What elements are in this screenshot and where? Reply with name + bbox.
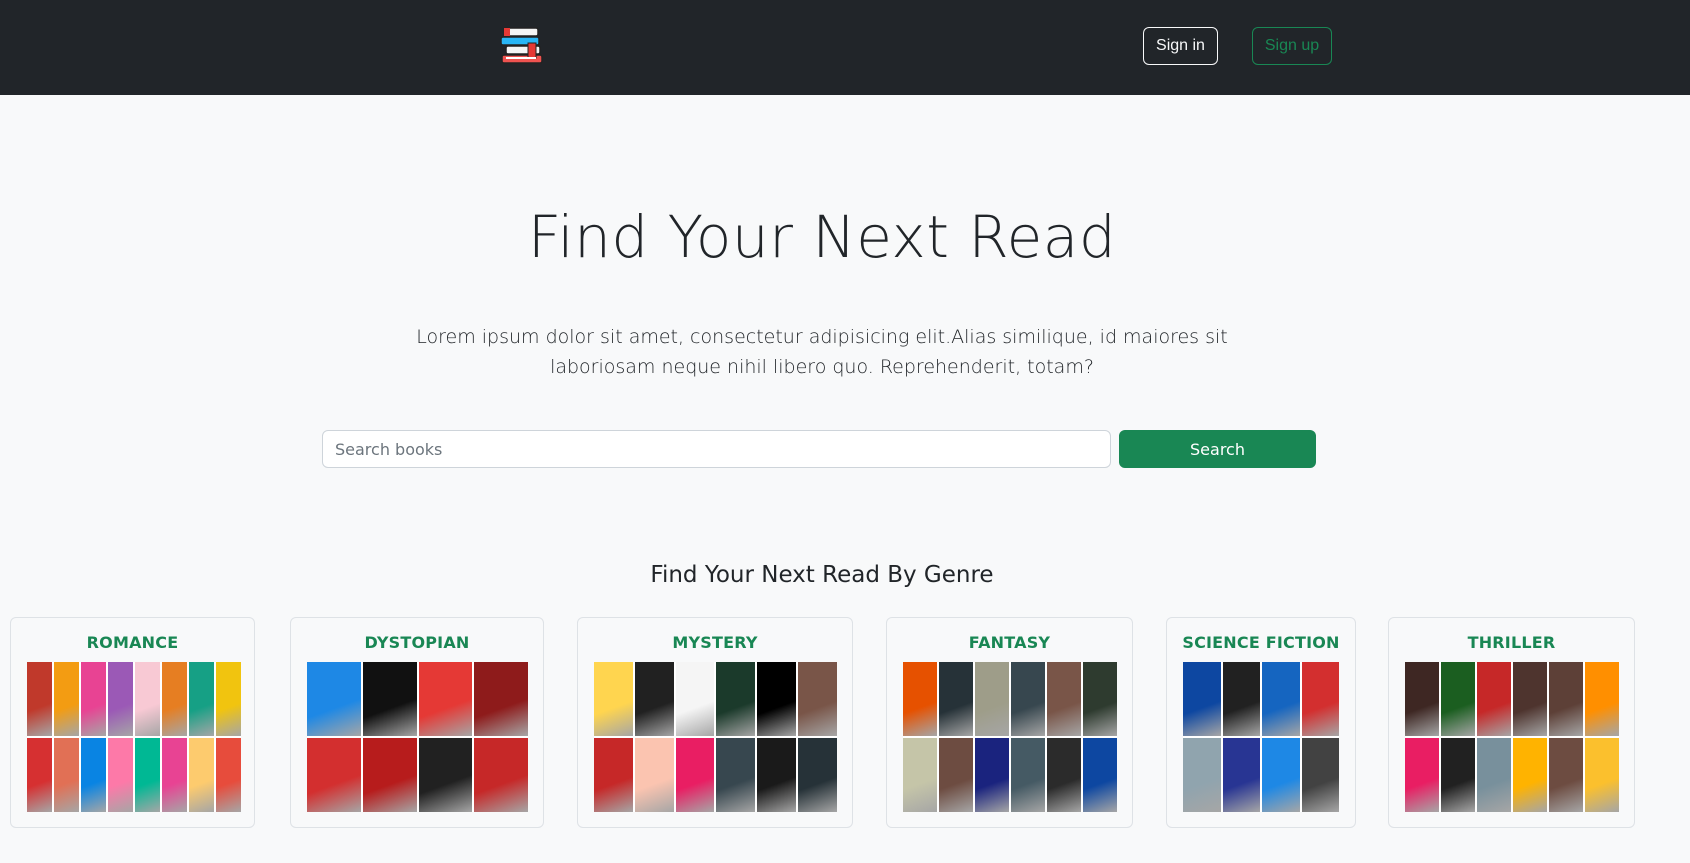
book-cover-thumbnail: [135, 662, 160, 736]
book-cover-thumbnail: [1405, 738, 1439, 812]
book-cover-thumbnail: [1585, 662, 1619, 736]
book-cover-thumbnail: [27, 738, 52, 812]
genre-card-dystopian[interactable]: DYSTOPIAN: [290, 617, 544, 828]
book-cover-thumbnail: [307, 662, 361, 736]
book-cover-thumbnail: [716, 662, 756, 736]
book-cover-thumbnail: [1477, 662, 1511, 736]
hero-lead-text: Lorem ipsum dolor sit amet, consectetur …: [416, 326, 1228, 378]
book-cover-thumbnail: [1301, 738, 1339, 812]
book-cover-thumbnail: [675, 738, 715, 812]
books-stack-icon[interactable]: [498, 25, 548, 67]
genre-card-romance[interactable]: ROMANCE: [10, 617, 255, 828]
book-cover-thumbnail: [1047, 738, 1081, 812]
book-cover-thumbnail: [798, 738, 837, 812]
book-cover-thumbnail: [108, 662, 133, 736]
book-cover-thumbnail: [1011, 738, 1045, 812]
book-cover-thumbnail: [216, 662, 241, 736]
book-cover-thumbnail: [474, 738, 528, 812]
book-cover-thumbnail: [716, 738, 756, 812]
search-button[interactable]: Search: [1119, 430, 1316, 468]
book-cover-thumbnail: [1513, 662, 1547, 736]
genre-card-title: DYSTOPIAN: [364, 633, 470, 652]
book-cover-thumbnail: [634, 662, 674, 736]
book-cover-thumbnail: [1083, 662, 1117, 736]
book-cover-thumbnail: [675, 662, 715, 736]
book-cover-thumbnail: [798, 662, 837, 736]
genre-cover-collage: [307, 662, 528, 812]
book-cover-thumbnail: [1477, 738, 1511, 812]
book-cover-thumbnail: [54, 662, 79, 736]
book-cover-thumbnail: [307, 738, 361, 812]
book-cover-thumbnail: [939, 662, 973, 736]
book-cover-thumbnail: [1183, 662, 1221, 736]
book-cover-thumbnail: [1011, 662, 1045, 736]
book-cover-thumbnail: [418, 662, 473, 736]
book-cover-thumbnail: [1183, 738, 1221, 812]
book-cover-thumbnail: [1222, 662, 1260, 736]
book-cover-thumbnail: [189, 662, 214, 736]
book-cover-thumbnail: [757, 738, 797, 812]
book-cover-thumbnail: [135, 738, 160, 812]
search-input[interactable]: [322, 430, 1111, 468]
book-cover-thumbnail: [1549, 662, 1583, 736]
book-cover-thumbnail: [108, 738, 133, 812]
book-cover-thumbnail: [594, 738, 633, 812]
genre-cover-collage: [27, 662, 241, 812]
book-cover-thumbnail: [1047, 662, 1081, 736]
book-cover-thumbnail: [975, 662, 1009, 736]
book-cover-thumbnail: [362, 738, 417, 812]
book-cover-thumbnail: [362, 662, 417, 736]
book-cover-thumbnail: [189, 738, 214, 812]
hero-title: Find Your Next Read: [527, 203, 1117, 271]
genre-card-title: ROMANCE: [86, 633, 179, 652]
book-cover-thumbnail: [162, 738, 187, 812]
genre-card-mystery[interactable]: MYSTERY: [577, 617, 853, 828]
book-cover-thumbnail: [216, 738, 241, 812]
book-cover-thumbnail: [1549, 738, 1583, 812]
book-cover-thumbnail: [1262, 738, 1300, 812]
book-cover-thumbnail: [1441, 738, 1475, 812]
book-cover-thumbnail: [903, 662, 937, 736]
book-cover-thumbnail: [1405, 662, 1439, 736]
book-cover-thumbnail: [1585, 738, 1619, 812]
genre-section-heading: Find Your Next Read By Genre: [650, 562, 994, 588]
sign-up-button[interactable]: Sign up: [1252, 27, 1332, 65]
genre-cover-collage: [1405, 662, 1619, 812]
book-cover-thumbnail: [634, 738, 674, 812]
genre-cover-collage: [594, 662, 837, 812]
book-cover-thumbnail: [1083, 738, 1117, 812]
genre-card-thriller[interactable]: THRILLER: [1388, 617, 1635, 828]
genre-card-science-fiction[interactable]: SCIENCE FICTION: [1166, 617, 1356, 828]
book-cover-thumbnail: [903, 738, 937, 812]
book-cover-thumbnail: [474, 662, 528, 736]
genre-card-title: THRILLER: [1467, 633, 1556, 652]
book-cover-thumbnail: [81, 738, 106, 812]
book-cover-thumbnail: [54, 738, 79, 812]
book-cover-thumbnail: [418, 738, 473, 812]
top-navbar: Sign in Sign up: [0, 0, 1690, 95]
sign-in-button[interactable]: Sign in: [1143, 27, 1218, 65]
book-cover-thumbnail: [594, 662, 633, 736]
book-cover-thumbnail: [975, 738, 1009, 812]
genre-card-fantasy[interactable]: FANTASY: [886, 617, 1133, 828]
genre-card-title: SCIENCE FICTION: [1182, 633, 1340, 652]
book-cover-thumbnail: [1441, 662, 1475, 736]
book-cover-thumbnail: [27, 662, 52, 736]
genre-cover-collage: [1183, 662, 1339, 812]
genre-card-title: FANTASY: [968, 633, 1051, 652]
book-cover-thumbnail: [81, 662, 106, 736]
book-cover-thumbnail: [1301, 662, 1339, 736]
book-cover-thumbnail: [1262, 662, 1300, 736]
book-cover-thumbnail: [757, 662, 797, 736]
genre-cover-collage: [903, 662, 1117, 812]
book-cover-thumbnail: [939, 738, 973, 812]
genre-card-title: MYSTERY: [672, 633, 758, 652]
book-cover-thumbnail: [1222, 738, 1260, 812]
book-cover-thumbnail: [162, 662, 187, 736]
book-cover-thumbnail: [1513, 738, 1547, 812]
